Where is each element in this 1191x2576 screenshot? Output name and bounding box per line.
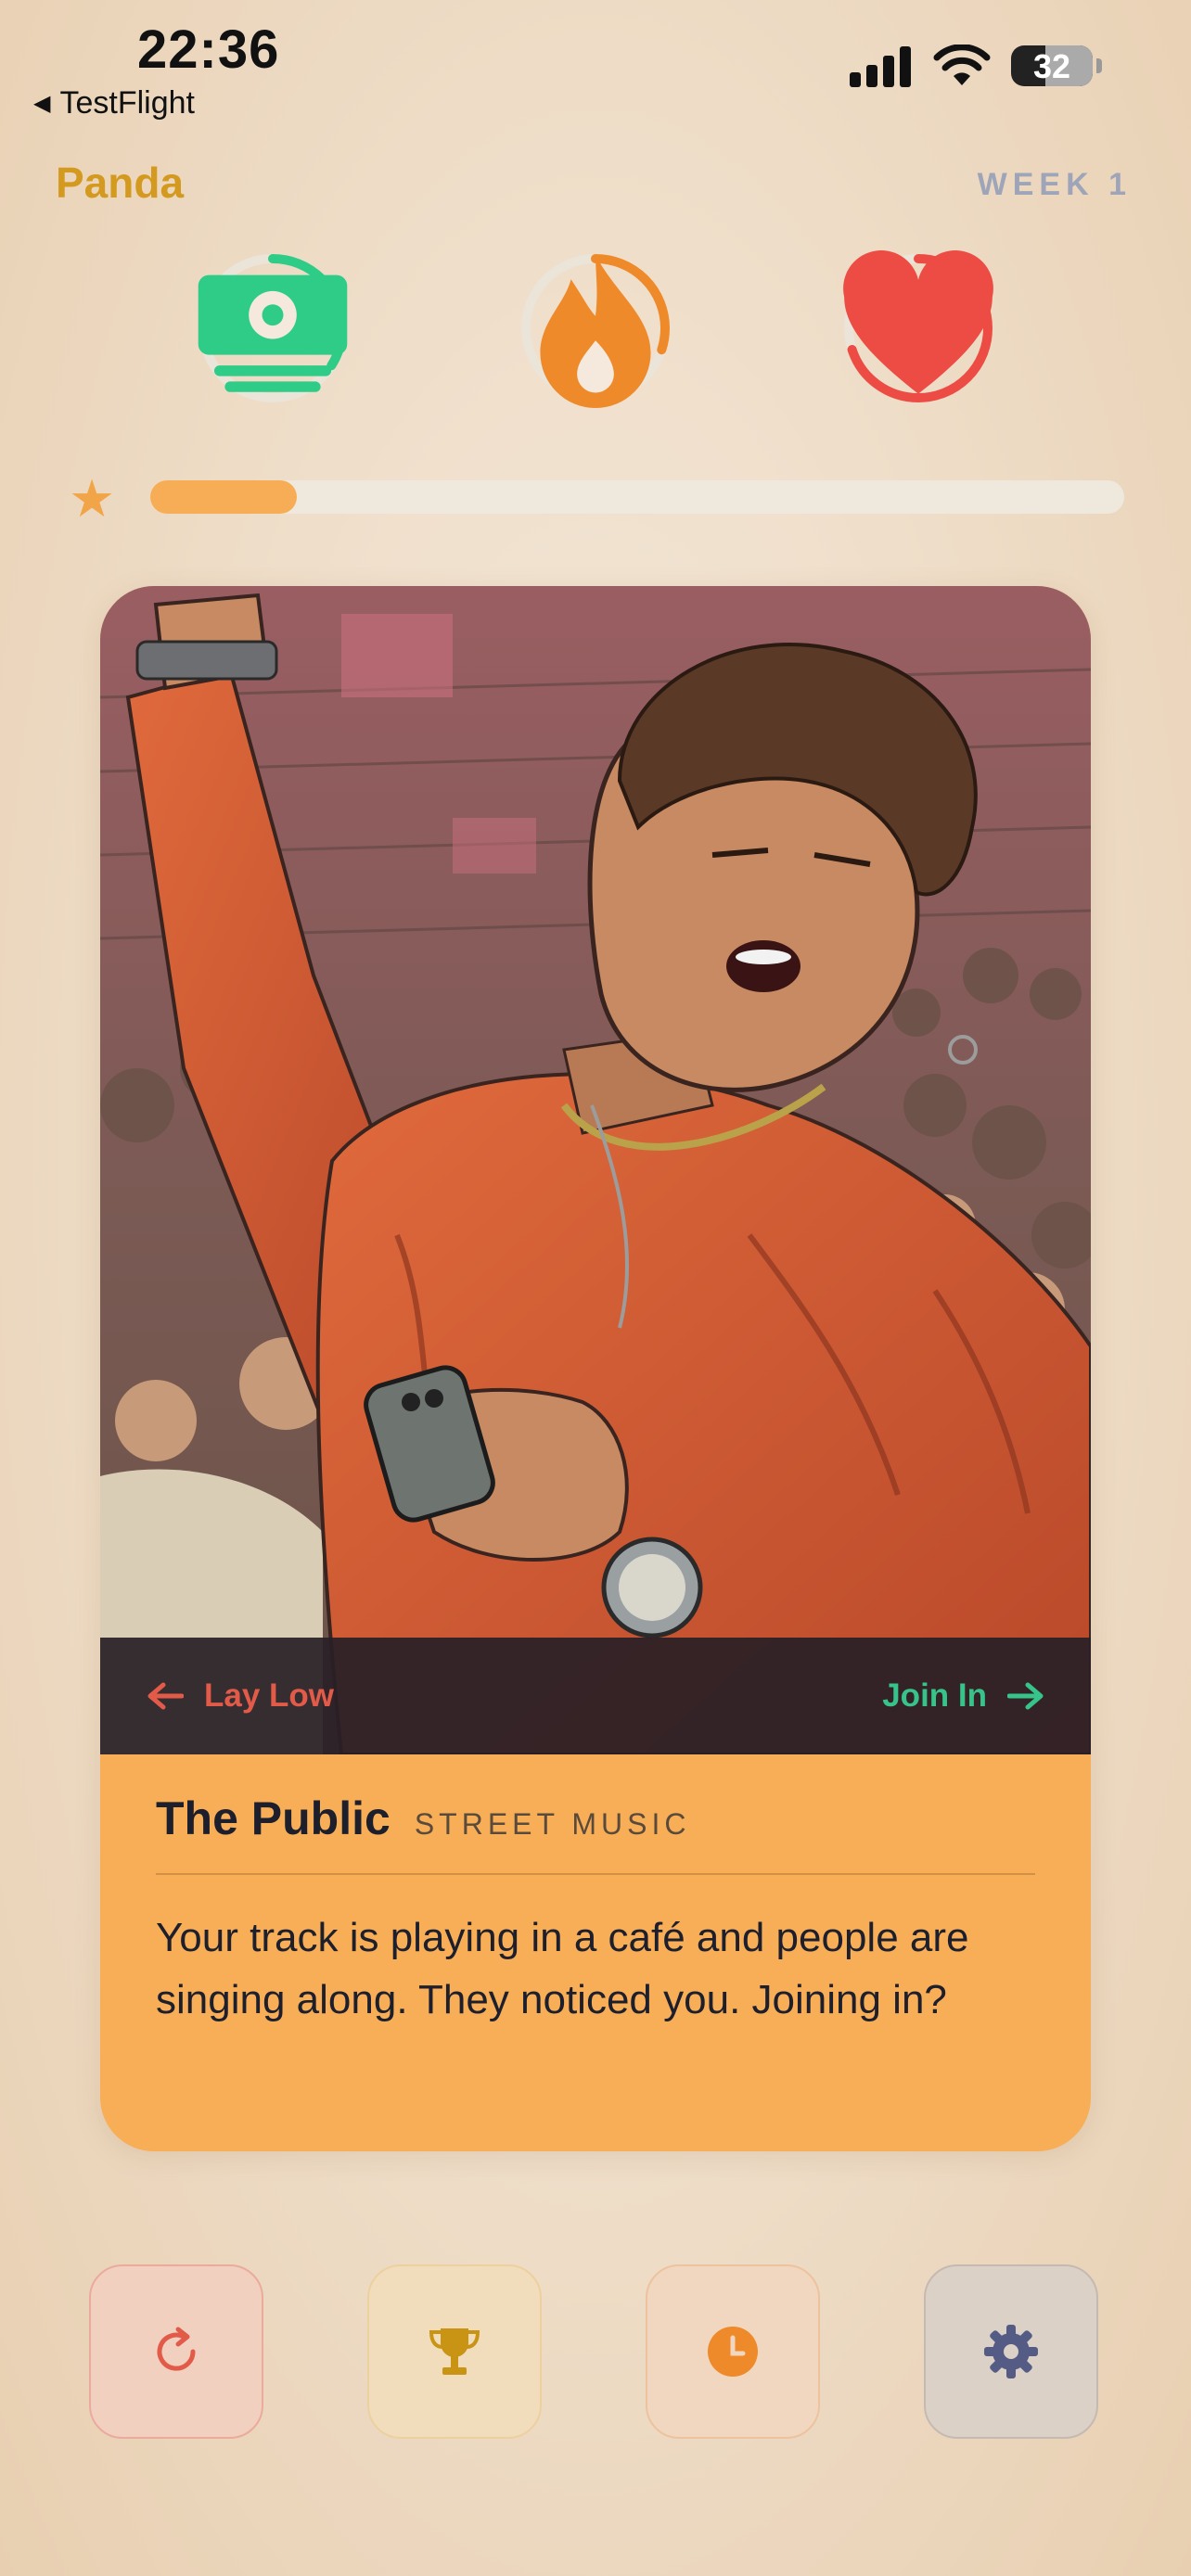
week-progress-fill [150,480,297,514]
lay-low-label: Lay Low [204,1677,335,1714]
back-to-app-link[interactable]: ◀ TestFlight [33,85,195,121]
trophy-icon [429,2328,480,2375]
cellular-signal-icon [850,46,911,87]
event-card[interactable]: Lay Low Join In The Public STREET MUSIC … [100,586,1091,2151]
arrow-left-icon [147,1682,184,1710]
history-button[interactable] [646,2264,820,2439]
join-in-choice[interactable]: Join In [882,1677,1044,1715]
star-icon: ★ [69,469,116,528]
event-illustration [100,586,1091,1754]
restart-button[interactable] [89,2264,263,2439]
card-title: The Public [156,1792,391,1844]
energy-stat-ring [516,249,675,408]
settings-button[interactable] [924,2264,1098,2439]
card-title-row: The Public STREET MUSIC [156,1792,1035,1875]
trophy-button[interactable] [367,2264,542,2439]
join-in-label: Join In [882,1677,987,1714]
heart-icon [843,250,993,394]
flame-icon [540,254,651,408]
back-arrow-icon: ◀ [33,91,51,116]
restart-icon [157,2327,196,2371]
battery-icon: 32 [1011,45,1093,86]
battery-level: 32 [1032,47,1071,85]
health-stat-ring [839,249,998,408]
lay-low-choice[interactable]: Lay Low [147,1677,334,1715]
back-app-label: TestFlight [59,85,195,121]
week-label: WEEK 1 [977,167,1132,202]
money-icon [198,274,348,392]
week-progress-bar [150,480,1124,514]
money-stat-ring [193,249,352,408]
card-content: The Public STREET MUSIC Your track is pl… [156,1792,1035,2031]
arrow-right-icon [1007,1682,1044,1710]
status-indicators: 32 [850,45,1102,87]
card-category: STREET MUSIC [414,1807,691,1841]
player-name: Panda [56,159,185,207]
card-description: Your track is playing in a café and peop… [156,1915,969,2022]
status-time: 22:36 [137,19,280,80]
battery-tip [1096,58,1102,73]
swipe-choice-bar: Lay Low Join In [100,1638,1091,1754]
gear-icon [984,2325,1038,2378]
wifi-icon [933,45,991,85]
clock-icon [708,2327,758,2377]
